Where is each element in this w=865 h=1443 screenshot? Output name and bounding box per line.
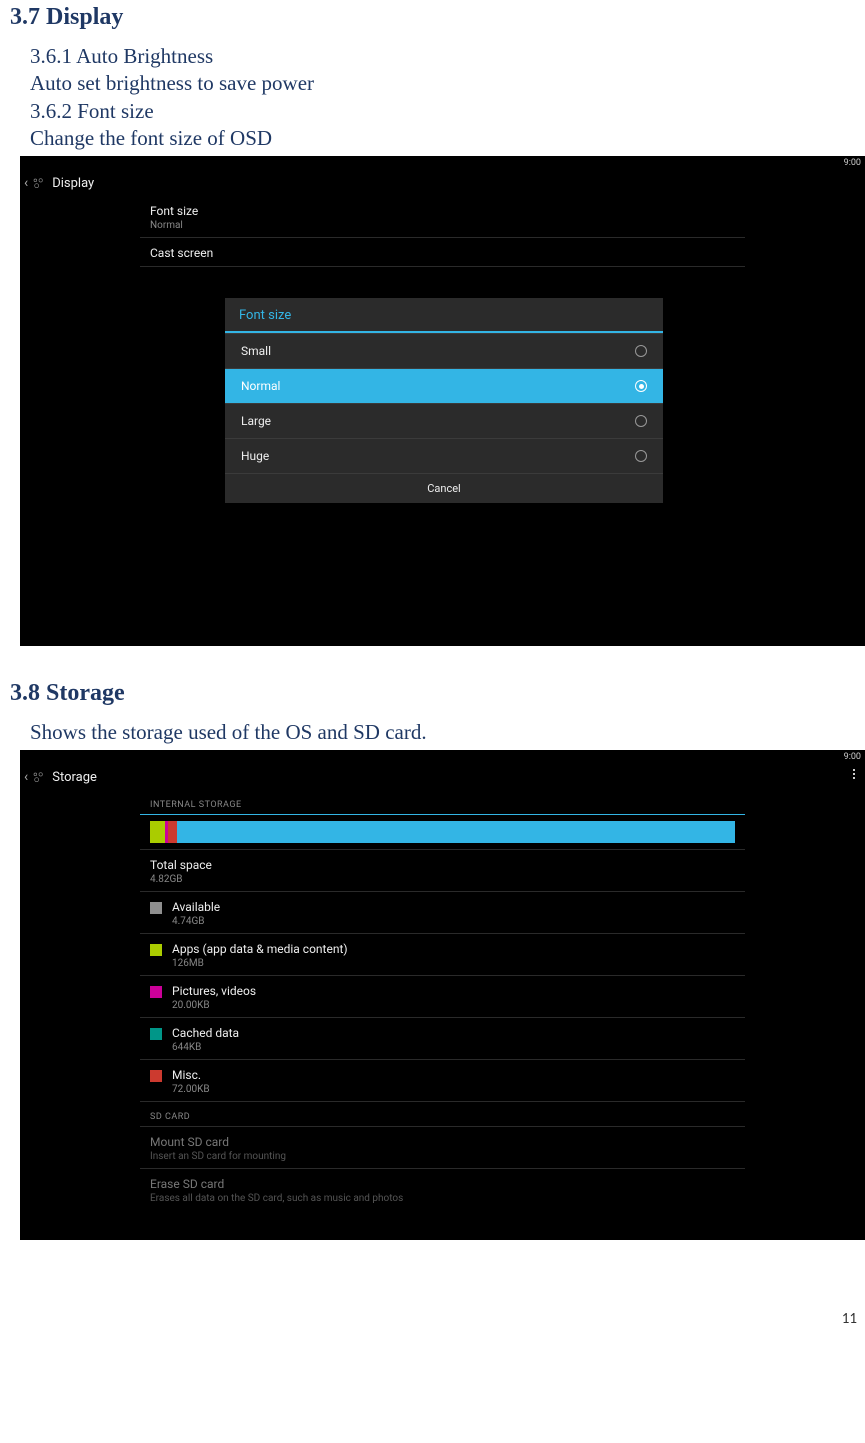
dialog-title: Font size: [225, 298, 663, 333]
option-label: Huge: [241, 449, 269, 463]
section-header-sd: SD CARD: [140, 1102, 745, 1127]
cancel-button[interactable]: Cancel: [225, 473, 663, 503]
action-bar[interactable]: ‹ Display: [20, 170, 865, 196]
status-bar: 9:00: [20, 750, 865, 764]
usage-bar-row[interactable]: [140, 815, 745, 850]
swatch-icon: [150, 1070, 162, 1082]
seg-misc: [168, 821, 177, 843]
back-icon[interactable]: ‹: [24, 175, 28, 191]
section-header-internal: INTERNAL STORAGE: [140, 790, 745, 815]
swatch-icon: [150, 986, 162, 998]
action-bar-title: Storage: [52, 770, 97, 785]
font-size-dialog: Font size Small Normal Large Huge Ca: [225, 298, 663, 503]
storage-row-total[interactable]: Total space 4.82GB: [140, 850, 745, 892]
row-title: Font size: [150, 204, 735, 218]
settings-icon: [30, 175, 46, 191]
option-small[interactable]: Small: [225, 333, 663, 368]
radio-icon: [635, 345, 647, 357]
status-bar: 9:00: [20, 156, 865, 170]
row-title: Erase SD card: [150, 1177, 403, 1191]
option-normal[interactable]: Normal: [225, 368, 663, 403]
list-item[interactable]: Font size Normal: [140, 196, 745, 238]
row-sub: 4.82GB: [150, 874, 212, 885]
text-font-size-heading: 3.6.2 Font size: [30, 98, 855, 125]
page-number: 11: [0, 1240, 865, 1336]
option-label: Normal: [241, 379, 280, 393]
row-title: Apps (app data & media content): [172, 942, 348, 956]
row-sub: 126MB: [172, 958, 348, 969]
storage-row-pictures[interactable]: Pictures, videos 20.00KB: [140, 976, 745, 1018]
row-title: Total space: [150, 858, 212, 872]
swatch-icon: [150, 1028, 162, 1040]
row-sub: 644KB: [172, 1042, 239, 1053]
overflow-icon[interactable]: [853, 769, 855, 779]
heading-display: 3.7 Display: [10, 4, 855, 31]
text-auto-brightness-desc: Auto set brightness to save power: [30, 70, 855, 97]
screenshot-display: 9:00 ‹ Display Font size Normal Cast scr…: [20, 156, 865, 646]
swatch-icon: [150, 944, 162, 956]
status-time: 9:00: [844, 752, 861, 762]
seg-apps: [150, 821, 165, 843]
storage-row-erase-sd: Erase SD card Erases all data on the SD …: [140, 1169, 745, 1204]
screenshot-storage: 9:00 ‹ Storage INTERNAL STORAGE T: [20, 750, 865, 1240]
row-sub: 72.00KB: [172, 1084, 210, 1095]
text-storage-desc: Shows the storage used of the OS and SD …: [30, 719, 855, 746]
swatch-icon: [150, 902, 162, 914]
usage-bar: [150, 821, 735, 843]
back-icon[interactable]: ‹: [24, 769, 28, 785]
storage-row-mount-sd: Mount SD card Insert an SD card for moun…: [140, 1127, 745, 1169]
row-title: Available: [172, 900, 220, 914]
option-label: Small: [241, 344, 271, 358]
row-title: Cast screen: [150, 246, 735, 260]
row-sub: 4.74GB: [172, 916, 220, 927]
row-sub: Insert an SD card for mounting: [150, 1151, 286, 1162]
row-sub: 20.00KB: [172, 1000, 256, 1011]
status-time: 9:00: [844, 158, 861, 168]
action-bar[interactable]: ‹ Storage: [20, 764, 865, 790]
row-title: Mount SD card: [150, 1135, 286, 1149]
settings-icon: [30, 769, 46, 785]
radio-icon: [635, 450, 647, 462]
text-auto-brightness-heading: 3.6.1 Auto Brightness: [30, 43, 855, 70]
row-title: Pictures, videos: [172, 984, 256, 998]
radio-icon: [635, 380, 647, 392]
row-sub: Erases all data on the SD card, such as …: [150, 1193, 403, 1204]
option-huge[interactable]: Huge: [225, 438, 663, 473]
storage-row-cached[interactable]: Cached data 644KB: [140, 1018, 745, 1060]
action-bar-title: Display: [52, 176, 94, 191]
list-item[interactable]: Cast screen: [140, 238, 745, 267]
option-label: Large: [241, 414, 271, 428]
text-font-size-desc: Change the font size of OSD: [30, 125, 855, 152]
row-title: Misc.: [172, 1068, 210, 1082]
radio-icon: [635, 415, 647, 427]
row-title: Cached data: [172, 1026, 239, 1040]
storage-row-apps[interactable]: Apps (app data & media content) 126MB: [140, 934, 745, 976]
storage-row-available[interactable]: Available 4.74GB: [140, 892, 745, 934]
storage-row-misc[interactable]: Misc. 72.00KB: [140, 1060, 745, 1102]
option-large[interactable]: Large: [225, 403, 663, 438]
heading-storage: 3.8 Storage: [10, 680, 855, 707]
row-sub: Normal: [150, 220, 735, 231]
